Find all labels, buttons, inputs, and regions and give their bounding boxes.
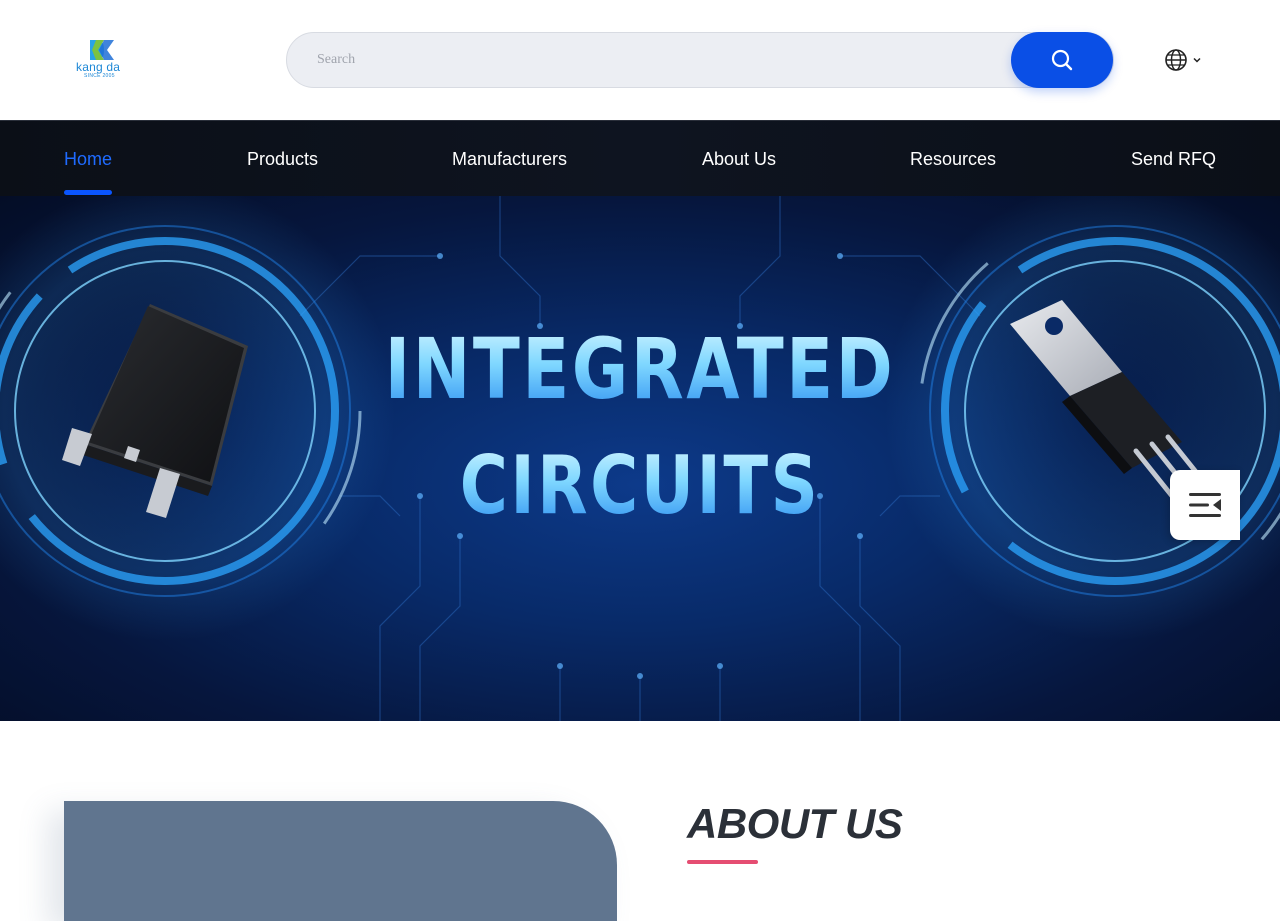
logo-since-text: SINCE 2005: [84, 73, 115, 79]
nav-item-manufacturers[interactable]: Manufacturers: [452, 121, 567, 197]
nav-item-resources[interactable]: Resources: [910, 121, 996, 197]
nav-item-products[interactable]: Products: [247, 121, 318, 197]
search-bar: [286, 32, 1114, 88]
kangda-logo[interactable]: kang da SINCE 2005: [74, 38, 130, 82]
nav-item-home[interactable]: Home: [64, 121, 112, 197]
search-button[interactable]: [1011, 32, 1113, 88]
hero-title-line2: CIRCUITS: [115, 439, 1165, 532]
chevron-down-icon: [1193, 57, 1201, 63]
search-icon: [1051, 49, 1073, 71]
language-selector[interactable]: [1164, 48, 1208, 72]
hero-banner[interactable]: INTEGRATED CIRCUITS: [0, 196, 1280, 721]
globe-icon: [1165, 49, 1187, 71]
main-nav: Home Products Manufacturers About Us Res…: [0, 120, 1280, 196]
site-header: kang da SINCE 2005: [0, 0, 1280, 120]
menu-collapse-icon: [1189, 493, 1221, 517]
about-title-underline: [687, 860, 758, 864]
nav-active-indicator: [64, 190, 112, 195]
about-title: ABOUT US: [687, 800, 903, 847]
hero-title-line1: INTEGRATED: [115, 320, 1165, 418]
logo-text: kang da: [76, 60, 121, 74]
nav-item-about-us[interactable]: About Us: [702, 121, 776, 197]
about-image: [64, 801, 617, 921]
side-menu-toggle-button[interactable]: [1170, 470, 1240, 540]
search-input[interactable]: [317, 33, 1007, 87]
nav-item-send-rfq[interactable]: Send RFQ: [1131, 121, 1216, 197]
